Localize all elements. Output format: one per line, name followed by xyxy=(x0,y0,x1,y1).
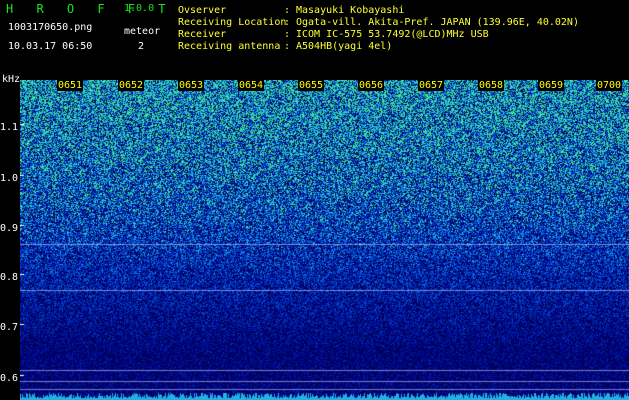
observer-sep: : xyxy=(284,5,291,16)
receiver-sep: : xyxy=(284,29,291,40)
x-tick: 0659 xyxy=(538,80,565,91)
meteor-label: meteor xyxy=(124,26,161,37)
file-name: 1003170650.png xyxy=(8,22,93,33)
frequency-unit: kHz xyxy=(2,74,21,85)
y-tick: 0.8 xyxy=(0,272,19,283)
header-panel: H R O F F T 1.0.0 1003170650.png 10.03.1… xyxy=(0,0,629,78)
meteor-count: 2 xyxy=(138,41,145,52)
x-tick: 0656 xyxy=(358,80,385,91)
x-tick: 0652 xyxy=(118,80,145,91)
location-value: Ogata-vill. Akita-Pref. JAPAN (139.96E, … xyxy=(296,17,579,28)
spectrogram xyxy=(20,80,629,400)
location-label: Receiving Location xyxy=(178,17,287,28)
location-sep: : xyxy=(284,17,291,28)
x-tick: 0657 xyxy=(418,80,445,91)
receiver-label: Receiver xyxy=(178,29,227,40)
antenna-value: A504HB(yagi 4el) xyxy=(296,41,393,52)
x-tick: 0653 xyxy=(178,80,205,91)
x-tick: 0651 xyxy=(57,80,84,91)
antenna-sep: : xyxy=(284,41,291,52)
y-tick: 0.7 xyxy=(0,322,19,333)
antenna-label: Receiving antenna xyxy=(178,41,281,52)
y-tick: 0.9 xyxy=(0,223,19,234)
y-tick: 1.1 xyxy=(0,122,19,133)
file-datetime: 10.03.17 06:50 xyxy=(8,41,93,52)
y-tick: 1.0 xyxy=(0,173,19,184)
y-tick: 0.6 xyxy=(0,373,19,384)
observer-label: Ovserver xyxy=(178,5,227,16)
receiver-value: ICOM IC-575 53.7492(@LCD)MHz USB xyxy=(296,29,489,40)
app-version: 1.0.0 xyxy=(124,3,155,14)
x-tick: 0655 xyxy=(298,80,325,91)
observer-value: Masayuki Kobayashi xyxy=(296,5,405,16)
x-tick: 0658 xyxy=(478,80,505,91)
x-tick: 0654 xyxy=(238,80,265,91)
x-tick: 0700 xyxy=(596,80,623,91)
